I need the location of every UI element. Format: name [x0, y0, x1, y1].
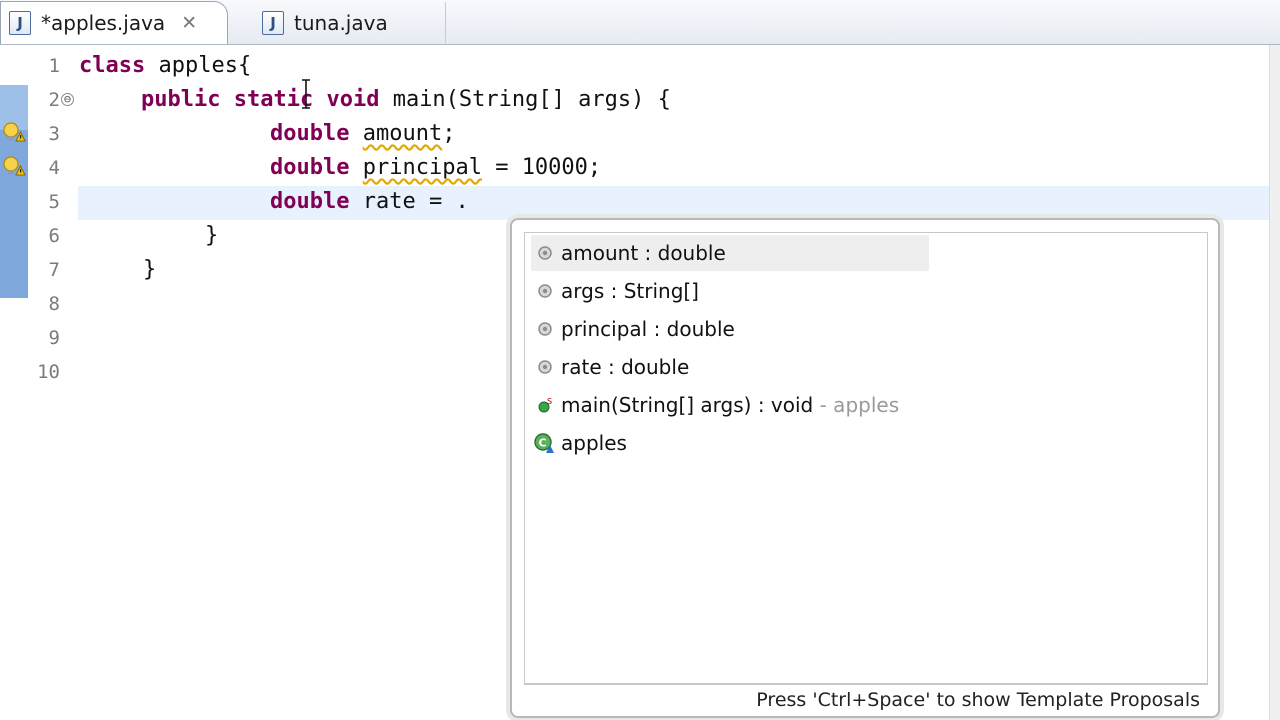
- local-variable-icon: [538, 322, 552, 336]
- code-line-2[interactable]: public static void main(String[] args) {: [141, 87, 671, 112]
- local-variable-icon: [538, 360, 552, 374]
- popup-status-hint: Press 'Ctrl+Space' to show Template Prop…: [524, 684, 1208, 714]
- static-method-icon: S: [538, 397, 552, 413]
- proposal-item[interactable]: args : String[]: [531, 273, 699, 309]
- proposal-item[interactable]: rate : double: [531, 349, 689, 385]
- java-file-icon: J: [262, 10, 284, 35]
- text-cursor-icon: [302, 79, 310, 109]
- code-line-5[interactable]: double rate = .: [270, 189, 469, 214]
- line-number: 2: [48, 89, 60, 111]
- fold-toggle-icon[interactable]: ⊖: [61, 93, 74, 106]
- proposal-item[interactable]: amount : double: [531, 235, 929, 271]
- code-line-6[interactable]: }: [205, 223, 218, 248]
- java-file-icon: J: [9, 11, 31, 35]
- line-number: 10: [37, 361, 60, 383]
- local-variable-icon: [538, 284, 552, 298]
- line-number: 6: [48, 225, 60, 247]
- code-line-1[interactable]: class apples{: [79, 53, 251, 78]
- tab-tuna-java[interactable]: J tuna.java: [252, 2, 446, 43]
- proposal-item[interactable]: C apples: [531, 425, 627, 461]
- line-number: 7: [48, 259, 60, 281]
- tab-label: *apples.java: [41, 11, 166, 35]
- line-number: 1: [48, 55, 60, 77]
- proposal-item[interactable]: S main(String[] args) : void - apples: [531, 387, 899, 423]
- svg-text:S: S: [547, 397, 552, 406]
- warning-lightbulb-icon[interactable]: [2, 155, 26, 177]
- vertical-scrollbar[interactable]: [1269, 45, 1280, 720]
- warning-lightbulb-icon[interactable]: [2, 121, 26, 143]
- content-assist-popup[interactable]: amount : double args : String[] principa…: [510, 218, 1220, 718]
- proposal-list[interactable]: amount : double args : String[] principa…: [524, 232, 1208, 684]
- line-number: 8: [48, 293, 60, 315]
- local-variable-icon: [538, 246, 552, 260]
- tab-apples-java[interactable]: J *apples.java ✕: [0, 1, 228, 44]
- proposal-item[interactable]: principal : double: [531, 311, 735, 347]
- code-line-3[interactable]: double amount;: [270, 121, 455, 146]
- line-number: 3: [48, 123, 60, 145]
- code-line-4[interactable]: double principal = 10000;: [270, 155, 601, 180]
- line-number: 4: [48, 157, 60, 179]
- code-line-7[interactable]: }: [143, 257, 156, 282]
- line-number: 9: [48, 327, 60, 349]
- tab-label: tuna.java: [294, 10, 388, 35]
- svg-text:C: C: [539, 437, 547, 450]
- line-number: 5: [48, 191, 60, 213]
- close-icon[interactable]: ✕: [181, 12, 197, 34]
- class-icon: C: [534, 433, 554, 453]
- current-line-highlight: [78, 186, 1270, 220]
- editor-tab-bar: J *apples.java ✕ J tuna.java: [0, 0, 1280, 45]
